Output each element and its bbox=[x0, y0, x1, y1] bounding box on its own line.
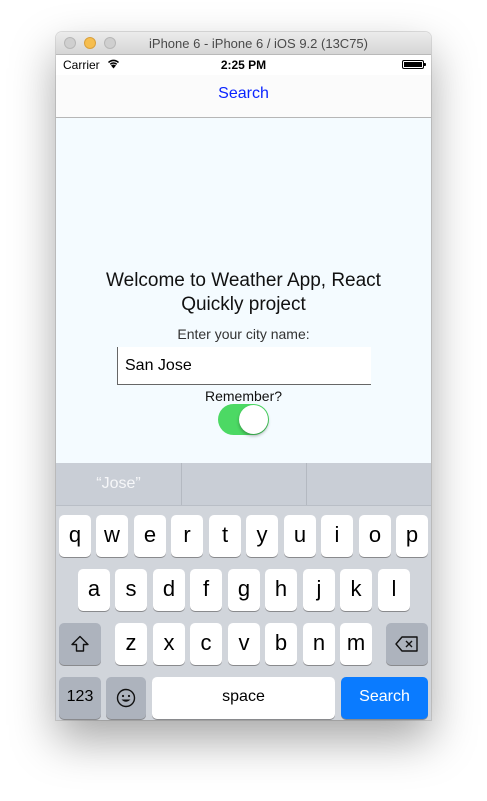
key-n[interactable]: n bbox=[303, 623, 335, 665]
key-m[interactable]: m bbox=[340, 623, 372, 665]
key-w[interactable]: w bbox=[96, 515, 128, 557]
key-l[interactable]: l bbox=[378, 569, 410, 611]
city-input[interactable] bbox=[117, 347, 371, 385]
key-y[interactable]: y bbox=[246, 515, 278, 557]
shift-key[interactable] bbox=[59, 623, 101, 665]
delete-key[interactable] bbox=[386, 623, 428, 665]
toggle-knob bbox=[239, 405, 268, 434]
remember-toggle[interactable] bbox=[218, 404, 269, 435]
key-u[interactable]: u bbox=[284, 515, 316, 557]
window-titlebar: iPhone 6 - iPhone 6 / iOS 9.2 (13C75) bbox=[56, 32, 431, 55]
key-a[interactable]: a bbox=[78, 569, 110, 611]
key-e[interactable]: e bbox=[134, 515, 166, 557]
shift-icon bbox=[71, 635, 89, 652]
ios-screen: Carrier 2:25 PM Search Welcome to Weathe… bbox=[56, 55, 431, 720]
key-j[interactable]: j bbox=[303, 569, 335, 611]
key-x[interactable]: x bbox=[153, 623, 185, 665]
suggestion-bar: “Jose” bbox=[56, 463, 431, 506]
emoji-key[interactable] bbox=[106, 677, 146, 719]
key-c[interactable]: c bbox=[190, 623, 222, 665]
key-s[interactable]: s bbox=[115, 569, 147, 611]
key-k[interactable]: k bbox=[340, 569, 372, 611]
welcome-heading: Welcome to Weather App, React Quickly pr… bbox=[106, 270, 381, 315]
remember-label: Remember? bbox=[204, 388, 283, 404]
key-p[interactable]: p bbox=[396, 515, 428, 557]
key-d[interactable]: d bbox=[153, 569, 185, 611]
suggestion-1[interactable]: “Jose” bbox=[56, 463, 181, 505]
suggestion-3[interactable] bbox=[306, 463, 431, 505]
key-i[interactable]: i bbox=[321, 515, 353, 557]
window-title: iPhone 6 - iPhone 6 / iOS 9.2 (13C75) bbox=[149, 36, 368, 51]
status-time: 2:25 PM bbox=[220, 58, 267, 72]
key-r[interactable]: r bbox=[171, 515, 203, 557]
emoji-icon bbox=[116, 688, 136, 708]
navigation-bar: Search bbox=[56, 75, 431, 118]
simulator-window: iPhone 6 - iPhone 6 / iOS 9.2 (13C75) Ca… bbox=[56, 32, 431, 720]
key-b[interactable]: b bbox=[265, 623, 297, 665]
key-z[interactable]: z bbox=[115, 623, 147, 665]
main-content: Welcome to Weather App, React Quickly pr… bbox=[56, 118, 431, 463]
backspace-icon bbox=[395, 636, 418, 652]
key-g[interactable]: g bbox=[228, 569, 260, 611]
keyboard: “Jose” q w e r t y u i o p a s d f g h j… bbox=[56, 463, 431, 720]
key-t[interactable]: t bbox=[209, 515, 241, 557]
key-q[interactable]: q bbox=[59, 515, 91, 557]
battery-icon bbox=[402, 60, 426, 69]
key-h[interactable]: h bbox=[265, 569, 297, 611]
suggestion-2[interactable] bbox=[181, 463, 307, 505]
status-bar: Carrier 2:25 PM bbox=[56, 55, 431, 75]
city-prompt-label: Enter your city name: bbox=[177, 326, 310, 342]
key-o[interactable]: o bbox=[359, 515, 391, 557]
key-v[interactable]: v bbox=[228, 623, 260, 665]
key-f[interactable]: f bbox=[190, 569, 222, 611]
space-key[interactable]: space bbox=[152, 677, 335, 719]
nav-title: Search bbox=[218, 85, 269, 102]
search-key[interactable]: Search bbox=[341, 677, 428, 719]
numbers-key[interactable]: 123 bbox=[59, 677, 101, 719]
